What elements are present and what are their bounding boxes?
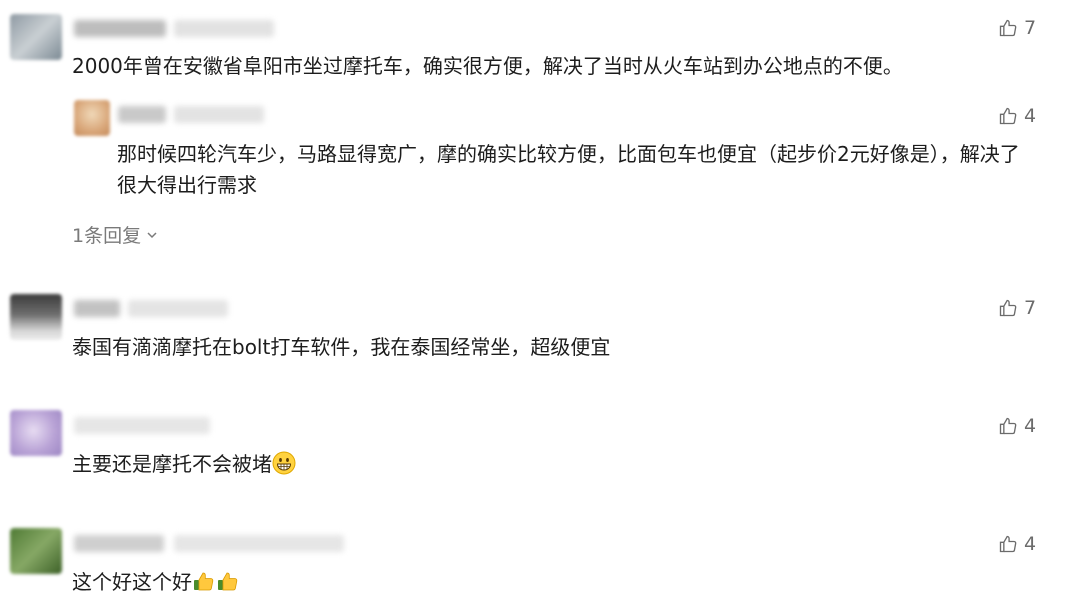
thumbs-up-icon: [999, 417, 1017, 435]
reply-like-count: 4: [1024, 105, 1037, 127]
username-blurred[interactable]: [74, 417, 210, 434]
like-count: 7: [1024, 17, 1037, 39]
replies-toggle-label: 1条回复: [72, 225, 142, 247]
thumbs-up-icon: [999, 535, 1017, 553]
avatar[interactable]: [10, 528, 62, 574]
replies-toggle[interactable]: 1条回复: [72, 221, 159, 248]
like-button[interactable]: 4: [998, 533, 1036, 555]
thumbs-up-icon: [999, 299, 1017, 317]
timestamp-blurred: [174, 535, 344, 552]
like-button[interactable]: 7: [998, 297, 1036, 319]
thumbs-up-icon: [999, 19, 1017, 37]
avatar[interactable]: [10, 410, 62, 456]
timestamp-blurred: [174, 20, 274, 37]
comment-text-line: 主要还是摩托不会被堵: [72, 449, 296, 484]
reply-text: 那时候四轮汽车少，马路显得宽广，摩的确实比较方便，比面包车也便宜（起步价2元好像…: [117, 142, 1020, 197]
comment-text: 这个好这个好: [72, 570, 192, 594]
reply-avatar[interactable]: [74, 100, 110, 136]
avatar[interactable]: [10, 14, 62, 60]
timestamp-blurred: [128, 300, 228, 317]
like-count: 7: [1024, 297, 1037, 319]
thumbs-up-emoji: [192, 569, 216, 602]
thumbs-up-emoji: [216, 569, 240, 602]
thumbs-up-icon: [999, 107, 1017, 125]
comment-text: 2000年曾在安徽省阜阳市坐过摩托车，确实很方便，解决了当时从火车站到办公地点的…: [72, 54, 903, 78]
reply-timestamp-blurred: [174, 106, 264, 123]
like-button[interactable]: 7: [998, 17, 1036, 39]
like-count: 4: [1024, 415, 1037, 437]
comment-text-line: 这个好这个好: [72, 567, 240, 602]
chevron-down-icon: [147, 231, 157, 238]
username-blurred[interactable]: [74, 535, 164, 552]
reply-username-blurred[interactable]: [118, 106, 166, 123]
username-blurred[interactable]: [74, 300, 120, 317]
like-count: 4: [1024, 533, 1037, 555]
like-button[interactable]: 4: [998, 415, 1036, 437]
comment-text: 泰国有滴滴摩托在bolt打车软件，我在泰国经常坐，超级便宜: [72, 335, 611, 359]
reply-like-button[interactable]: 4: [998, 105, 1036, 127]
grinning-face-emoji: [272, 451, 296, 484]
comment-text: 主要还是摩托不会被堵: [72, 452, 272, 476]
username-blurred[interactable]: [74, 20, 166, 37]
avatar[interactable]: [10, 294, 62, 340]
